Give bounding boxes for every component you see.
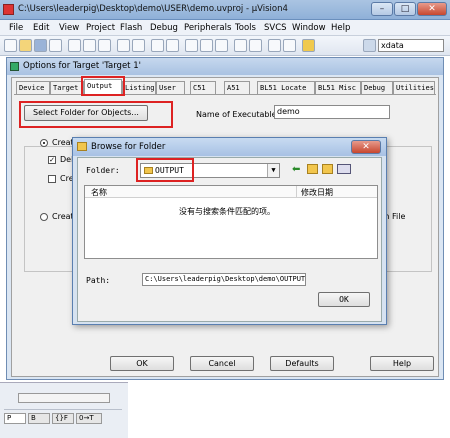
menu-window[interactable]: Window xyxy=(292,23,326,33)
minimize-button[interactable]: – xyxy=(371,2,393,16)
tab-project[interactable]: P xyxy=(4,413,26,424)
browse-folder-dialog: Browse for Folder ✕ Folder: OUTPUT ▼ ⬅ 名… xyxy=(72,137,387,325)
new-file-icon[interactable] xyxy=(4,39,17,52)
new-folder-icon[interactable] xyxy=(322,164,333,174)
tab-bl51-locate[interactable]: BL51 Locate xyxy=(257,81,315,94)
bookmark-icon[interactable] xyxy=(185,39,198,52)
tab-debug[interactable]: Debug xyxy=(361,81,393,94)
tab-output[interactable]: Output xyxy=(84,79,122,94)
tab-c51[interactable]: C51 xyxy=(190,81,216,94)
menu-bar: File Edit View Project Flash Debug Perip… xyxy=(0,20,450,36)
bookmark-prev-icon[interactable] xyxy=(200,39,213,52)
open-folder-icon[interactable] xyxy=(19,39,32,52)
column-modified-date[interactable]: 修改日期 xyxy=(301,187,333,198)
paste-icon[interactable] xyxy=(98,39,111,52)
tab-templates[interactable]: 0→T xyxy=(76,413,102,424)
unindent-icon[interactable] xyxy=(249,39,262,52)
view-menu-icon[interactable] xyxy=(337,164,351,174)
tab-target[interactable]: Target xyxy=(50,81,84,94)
chevron-down-icon[interactable]: ▼ xyxy=(267,164,279,177)
up-folder-icon[interactable] xyxy=(307,164,318,174)
save-all-icon[interactable] xyxy=(49,39,62,52)
path-label: Path: xyxy=(86,276,111,285)
path-field: C:\Users\leaderpig\Desktop\demo\OUTPUT\ xyxy=(142,273,306,286)
debug-info-checkbox[interactable]: ✓ xyxy=(48,156,56,164)
menu-edit[interactable]: Edit xyxy=(33,23,49,33)
project-panel: P B {}F 0→T xyxy=(0,382,128,438)
maximize-button[interactable]: □ xyxy=(394,2,416,16)
panel-divider xyxy=(4,409,122,410)
create-library-radio[interactable] xyxy=(40,213,48,221)
nav-forward-icon[interactable] xyxy=(166,39,179,52)
folder-label: Folder: xyxy=(86,166,120,175)
tab-books[interactable]: B xyxy=(28,413,50,424)
empty-list-message: 没有与搜索条件匹配的项。 xyxy=(179,207,275,216)
dialog-app-icon xyxy=(10,62,19,71)
horizontal-scrollbar[interactable] xyxy=(18,393,110,403)
menu-debug[interactable]: Debug xyxy=(150,23,178,33)
find-in-files-icon[interactable] xyxy=(302,39,315,52)
browse-dialog-body: Folder: OUTPUT ▼ ⬅ 名称 修改日期 没有与搜索条件匹配的项。 … xyxy=(77,157,382,322)
column-divider xyxy=(296,186,297,198)
tab-a51[interactable]: A51 xyxy=(224,81,250,94)
back-arrow-icon[interactable]: ⬅ xyxy=(292,164,300,175)
menu-svcs[interactable]: SVCS xyxy=(264,23,287,33)
undo-icon[interactable] xyxy=(117,39,130,52)
help-button[interactable]: Help xyxy=(370,356,434,371)
file-list-header: 名称 修改日期 xyxy=(85,186,377,198)
tab-bl51-misc[interactable]: BL51 Misc xyxy=(315,81,361,94)
nav-back-icon[interactable] xyxy=(151,39,164,52)
browse-close-button[interactable]: ✕ xyxy=(351,140,381,154)
copy-icon[interactable] xyxy=(83,39,96,52)
folder-icon xyxy=(77,142,87,151)
cut-icon[interactable] xyxy=(68,39,81,52)
cancel-button[interactable]: Cancel xyxy=(190,356,254,371)
save-icon[interactable] xyxy=(34,39,47,52)
search-input[interactable]: xdata xyxy=(378,39,444,52)
executable-name-input[interactable]: demo xyxy=(274,105,390,119)
tab-user[interactable]: User xyxy=(156,81,185,94)
main-window-title: C:\Users\leaderpig\Desktop\demo\USER\dem… xyxy=(18,4,288,14)
comment-icon[interactable] xyxy=(268,39,281,52)
folder-icon xyxy=(144,167,153,174)
menu-peripherals[interactable]: Peripherals xyxy=(184,23,231,33)
defaults-button[interactable]: Defaults xyxy=(270,356,334,371)
browse-dialog-title: Browse for Folder xyxy=(91,142,166,152)
toolbar: xdata xyxy=(0,36,450,56)
close-button[interactable]: ✕ xyxy=(417,2,447,16)
uncomment-icon[interactable] xyxy=(283,39,296,52)
main-title-bar: C:\Users\leaderpig\Desktop\demo\USER\dem… xyxy=(0,0,450,20)
create-hex-checkbox[interactable] xyxy=(48,175,56,183)
tab-functions[interactable]: {}F xyxy=(52,413,74,424)
executable-name-label: Name of Executable: xyxy=(196,110,280,119)
create-executable-radio[interactable] xyxy=(40,139,48,147)
indent-icon[interactable] xyxy=(234,39,247,52)
select-folder-button[interactable]: Select Folder for Objects... xyxy=(24,105,148,121)
menu-view[interactable]: View xyxy=(59,23,79,33)
folder-select-value: OUTPUT xyxy=(155,166,184,175)
uvision-app-icon xyxy=(3,4,14,15)
file-list[interactable]: 名称 修改日期 没有与搜索条件匹配的项。 xyxy=(84,185,378,259)
column-name[interactable]: 名称 xyxy=(91,187,107,198)
tab-device[interactable]: Device xyxy=(16,81,50,94)
folder-select[interactable]: OUTPUT ▼ xyxy=(140,163,280,178)
tab-divider xyxy=(14,94,436,95)
menu-help[interactable]: Help xyxy=(331,23,350,33)
menu-file[interactable]: File xyxy=(9,23,23,33)
menu-flash[interactable]: Flash xyxy=(120,23,142,33)
tab-utilities[interactable]: Utilities xyxy=(393,81,435,94)
menu-project[interactable]: Project xyxy=(86,23,115,33)
browse-ok-button[interactable]: OK xyxy=(318,292,370,307)
find-icon[interactable] xyxy=(363,39,376,52)
bookmark-next-icon[interactable] xyxy=(215,39,228,52)
redo-icon[interactable] xyxy=(132,39,145,52)
browse-dialog-title-bar: Browse for Folder ✕ xyxy=(73,138,386,156)
options-dialog-title-bar: Options for Target 'Target 1' xyxy=(7,58,443,75)
options-dialog-title: Options for Target 'Target 1' xyxy=(23,61,141,71)
ok-button[interactable]: OK xyxy=(110,356,174,371)
tab-listing[interactable]: Listing xyxy=(122,81,156,94)
menu-tools[interactable]: Tools xyxy=(235,23,256,33)
